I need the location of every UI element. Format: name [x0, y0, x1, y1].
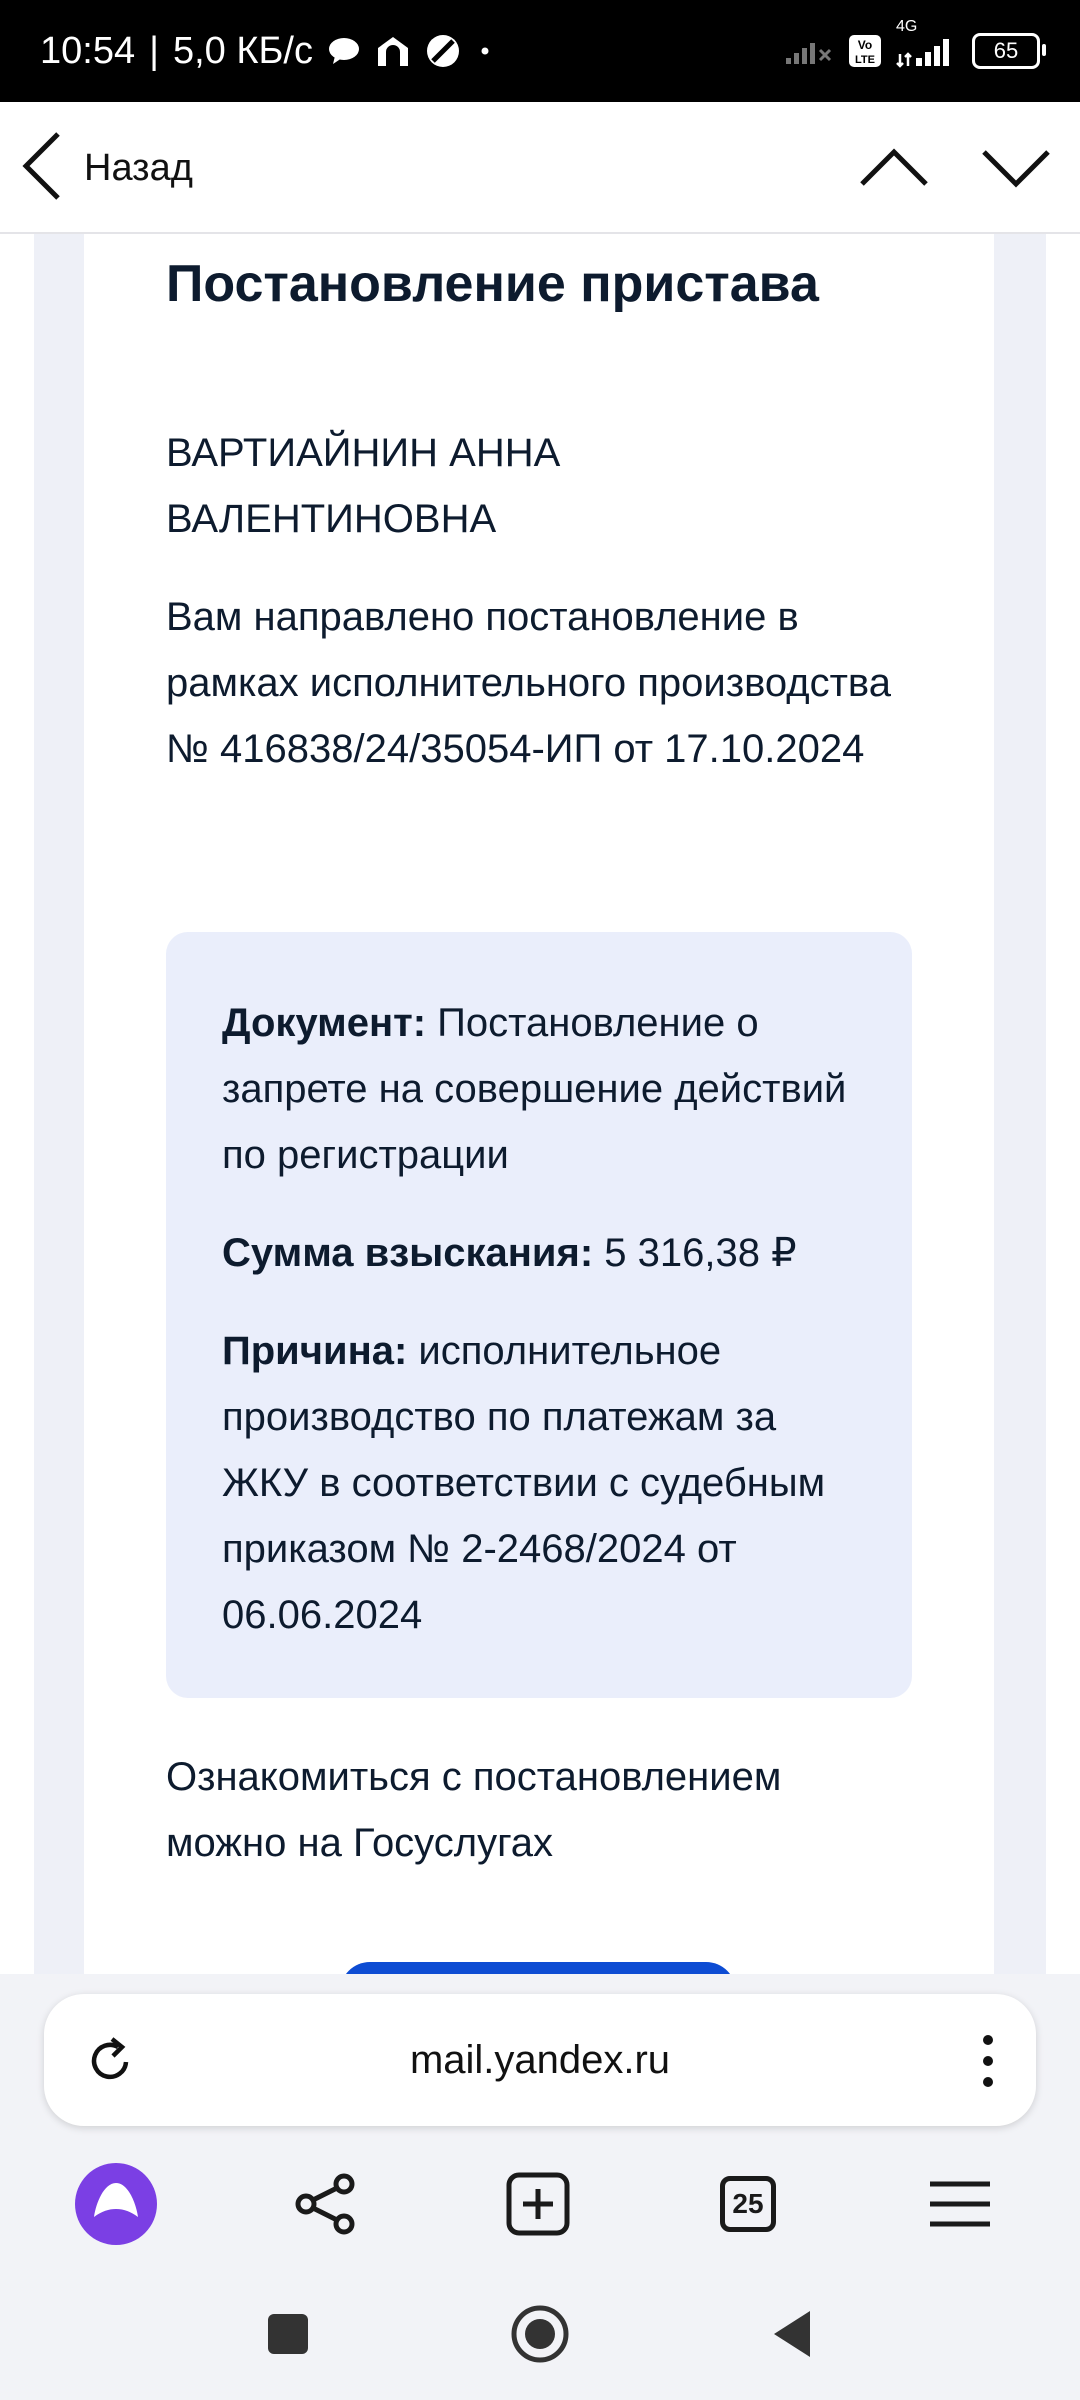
network-type: 4G	[896, 18, 918, 35]
battery-icon: 65	[972, 33, 1046, 69]
home-circle-icon	[511, 2305, 569, 2363]
network-speed: 5,0 КБ/с	[172, 29, 313, 72]
amount-value: 5 316,38 ₽	[593, 1231, 797, 1275]
message-body[interactable]: Постановление пристава ВАРТИАЙНИН АННА В…	[0, 234, 1080, 1974]
gosuslugi-button[interactable]	[340, 1962, 736, 1974]
intro-paragraph: Вам направлено постановление в рамках ис…	[166, 595, 891, 771]
browser-address-area: mail.yandex.ru	[0, 1974, 1080, 2144]
alice-button[interactable]	[66, 2154, 166, 2254]
battery-level: 65	[993, 38, 1019, 63]
svg-text:Vo: Vo	[858, 38, 872, 52]
home-arch-icon	[375, 34, 411, 68]
status-bar-right: Vo LTE 4G 65	[784, 0, 1046, 102]
document-label: Документ:	[222, 1001, 427, 1045]
previous-message-button[interactable]	[858, 132, 930, 209]
back-triangle-icon	[774, 2311, 810, 2357]
tabs-button[interactable]: 25	[698, 2154, 798, 2254]
sync-disabled-icon	[425, 33, 461, 69]
chat-bubble-icon	[327, 36, 361, 66]
document-row: Документ: Постановление о запрете на сов…	[222, 990, 872, 1188]
recents-button[interactable]	[248, 2294, 328, 2374]
reason-label: Причина:	[222, 1329, 408, 1373]
share-icon	[295, 2173, 355, 2235]
gosuslugi-note: Ознакомиться с постановлением можно на Г…	[166, 1755, 782, 1865]
url-text[interactable]: mail.yandex.ru	[44, 1994, 1036, 2126]
alice-icon	[75, 2163, 157, 2245]
amount-row: Сумма взыскания: 5 316,38 ₽	[222, 1220, 872, 1286]
system-navigation-bar	[0, 2264, 1080, 2400]
signal-no-sim-icon	[784, 36, 834, 66]
separator: |	[149, 29, 159, 72]
system-back-button[interactable]	[752, 2294, 832, 2374]
svg-text:LTE: LTE	[855, 54, 875, 66]
hamburger-menu-icon	[930, 2181, 990, 2227]
new-tab-button[interactable]	[488, 2154, 588, 2254]
more-options-icon[interactable]	[980, 2034, 996, 2093]
browser-toolbar: 25	[0, 2144, 1080, 2264]
volte-icon: Vo LTE	[848, 34, 882, 68]
amount-label: Сумма взыскания:	[222, 1231, 594, 1275]
recents-square-icon	[268, 2314, 308, 2354]
reason-value: исполнительное производство по платежам …	[222, 1329, 826, 1637]
back-button[interactable]: Назад	[20, 130, 193, 207]
dot-icon	[475, 41, 495, 61]
tabs-count-icon: 25	[720, 2176, 776, 2232]
letter-title: Постановление пристава	[166, 255, 819, 313]
top-nav-bar: Назад	[0, 102, 1080, 234]
back-label: Назад	[84, 147, 193, 189]
address-bar[interactable]: mail.yandex.ru	[44, 1994, 1036, 2126]
next-message-button[interactable]	[980, 132, 1052, 209]
add-tab-icon	[506, 2172, 570, 2236]
signal-4g-icon: 4G	[896, 18, 958, 68]
chevron-left-icon	[20, 130, 64, 207]
chevron-down-icon	[982, 150, 1050, 188]
chevron-up-icon	[860, 148, 928, 186]
status-bar-left: 10:54 | 5,0 КБ/с	[40, 0, 495, 102]
home-button[interactable]	[500, 2294, 580, 2374]
clock: 10:54	[40, 29, 136, 72]
details-box: Документ: Постановление о запрете на сов…	[166, 932, 912, 1698]
recipient-name: ВАРТИАЙНИН АННА ВАЛЕНТИНОВНА	[166, 431, 561, 541]
message-navigation	[858, 132, 1052, 209]
menu-button[interactable]	[910, 2154, 1010, 2254]
status-bar: 10:54 | 5,0 КБ/с Vo LTE 4G 65	[0, 0, 1080, 102]
reason-row: Причина: исполнительное производство по …	[222, 1318, 872, 1648]
share-button[interactable]	[276, 2154, 376, 2254]
